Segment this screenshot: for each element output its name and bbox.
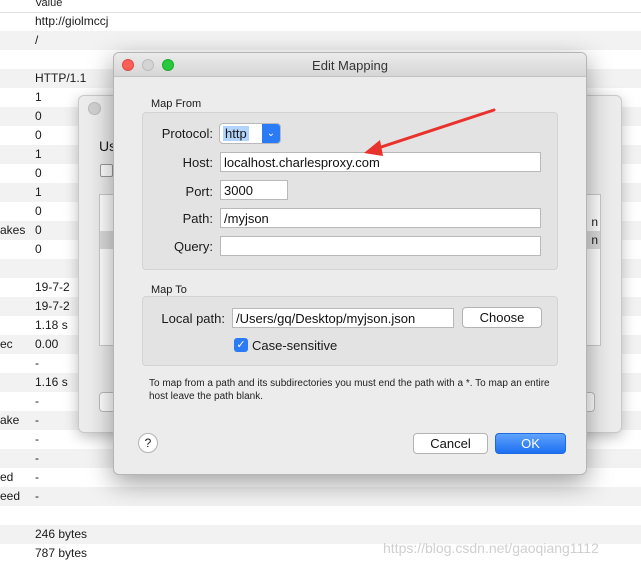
port-label: Port: <box>185 184 213 199</box>
row-value: - <box>35 413 39 427</box>
query-label: Query: <box>173 239 213 254</box>
row-value: - <box>35 394 39 408</box>
row-value: - <box>35 489 39 503</box>
row-value: - <box>35 451 39 465</box>
host-label: Host: <box>182 155 213 170</box>
table-row[interactable]: / <box>0 31 641 50</box>
row-value: 19-7-2 <box>35 280 70 294</box>
help-button[interactable]: ? <box>138 433 158 453</box>
row-value: 1 <box>35 90 42 104</box>
protocol-value: http <box>223 126 249 141</box>
row-name: ed <box>0 470 14 484</box>
path-field[interactable] <box>220 208 541 228</box>
row-value: 1 <box>35 147 42 161</box>
row-value: 0 <box>35 204 42 218</box>
dialog-title: Edit Mapping <box>312 58 388 73</box>
row-value: 246 bytes <box>35 527 88 541</box>
choose-button[interactable]: Choose <box>462 307 542 328</box>
protocol-select[interactable]: http ⌄ <box>219 123 281 144</box>
map-to-label: Map To <box>151 284 187 296</box>
chevron-down-icon: ⌄ <box>262 124 280 143</box>
row-name: eed <box>0 489 21 503</box>
row-value: 19-7-2 <box>35 299 70 313</box>
row-name: ake <box>0 413 20 427</box>
row-value: / <box>35 33 39 47</box>
port-field[interactable] <box>220 180 288 200</box>
row-value: 787 bytes <box>35 546 88 560</box>
table-row[interactable]: http://giolmccj <box>0 12 641 31</box>
checkbox[interactable] <box>100 164 113 177</box>
local-path-field[interactable] <box>232 308 454 328</box>
host-field[interactable] <box>220 152 541 172</box>
row-value: - <box>35 432 39 446</box>
row-value: 0 <box>35 128 42 142</box>
row-value: HTTP/1.1 <box>35 71 87 85</box>
row-value: 1.18 s <box>35 318 68 332</box>
row-value: 0.00 <box>35 337 59 351</box>
row-value: 0 <box>35 109 42 123</box>
cancel-button[interactable]: Cancel <box>413 433 488 454</box>
row-value: - <box>35 356 39 370</box>
table-row[interactable] <box>0 506 641 525</box>
watermark: https://blog.csdn.net/gaoqiang1112 <box>383 540 599 556</box>
close-button-inactive[interactable] <box>88 102 101 115</box>
row-text: n <box>591 215 598 229</box>
query-field[interactable] <box>220 236 541 256</box>
row-value: 0 <box>35 242 42 256</box>
ok-button[interactable]: OK <box>495 433 566 454</box>
case-sensitive-label: Case-sensitive <box>252 338 338 353</box>
row-name: akes <box>0 223 26 237</box>
protocol-label: Protocol: <box>161 126 213 141</box>
row-value: 0 <box>35 166 42 180</box>
path-label: Path: <box>182 211 213 226</box>
row-value: - <box>35 470 39 484</box>
row-value: http://giolmccj <box>35 14 109 28</box>
row-text: n <box>591 233 598 247</box>
table-row[interactable]: eed - <box>0 487 641 506</box>
edit-mapping-dialog: Edit Mapping Map From Protocol: http ⌄ H… <box>113 52 587 475</box>
case-sensitive-checkbox[interactable]: ✓ <box>234 338 248 352</box>
row-name: ec <box>0 337 13 351</box>
value-column-header: Value <box>35 0 63 9</box>
local-path-label: Local path: <box>161 311 225 326</box>
title-bar[interactable]: Edit Mapping <box>114 53 586 77</box>
row-value: 1 <box>35 185 42 199</box>
row-value: 0 <box>35 223 42 237</box>
hint-text: To map from a path and its subdirectorie… <box>149 378 550 402</box>
map-from-label: Map From <box>151 98 202 110</box>
row-value: 1.16 s <box>35 375 68 389</box>
